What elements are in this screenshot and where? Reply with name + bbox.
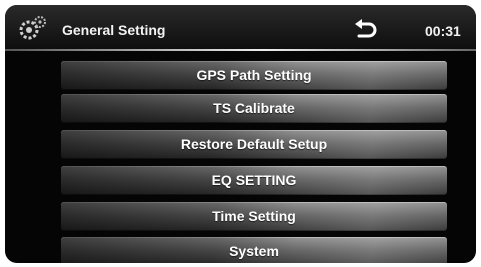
back-icon[interactable] <box>353 19 379 41</box>
time-setting-button[interactable]: Time Setting <box>61 202 447 231</box>
device-screen: General Setting 00:31 GPS Path Setting T… <box>5 5 476 263</box>
button-label: Time Setting <box>212 208 296 224</box>
restore-default-setup-button[interactable]: Restore Default Setup <box>61 130 447 159</box>
header-divider <box>5 49 476 51</box>
button-label: Restore Default Setup <box>180 136 328 152</box>
system-button[interactable]: System <box>61 237 447 263</box>
eq-setting-button[interactable]: EQ SETTING <box>61 166 447 195</box>
button-label: EQ SETTING <box>211 172 297 188</box>
gps-path-setting-button[interactable]: GPS Path Setting <box>61 61 447 90</box>
settings-icon <box>17 13 51 43</box>
ts-calibrate-button[interactable]: TS Calibrate <box>61 94 447 123</box>
page-title: General Setting <box>62 22 166 38</box>
header-bar: General Setting 00:31 <box>5 5 476 49</box>
button-label: TS Calibrate <box>213 100 295 116</box>
button-label: System <box>229 243 279 259</box>
button-label: GPS Path Setting <box>196 67 312 83</box>
clock-time: 00:31 <box>425 23 461 39</box>
